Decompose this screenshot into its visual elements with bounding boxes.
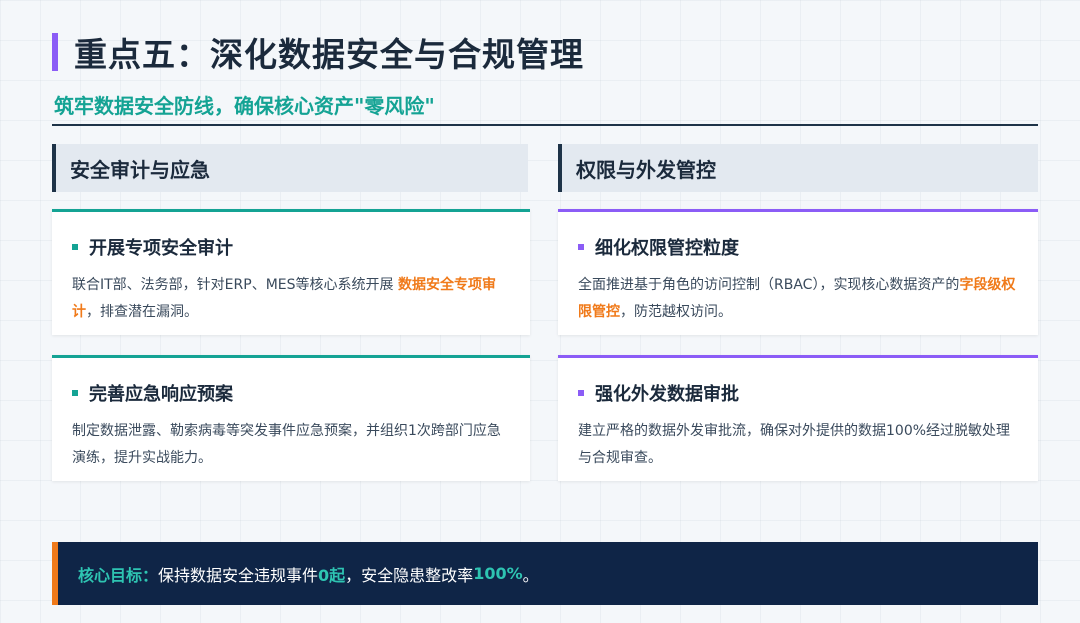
goal-value-rectification: 100% xyxy=(473,564,523,583)
card-outbound-approval: 强化外发数据审批 建立严格的数据外发审批流，确保对外提供的数据100%经过脱敏处… xyxy=(558,355,1038,481)
body-text: ，防范越权访问。 xyxy=(620,304,732,320)
page-title: 重点五：深化数据安全与合规管理 xyxy=(74,35,584,74)
left-column-heading: 安全审计与应急 xyxy=(52,144,528,192)
bullet-square-icon xyxy=(578,390,584,396)
body-text: ，排查潜在漏洞。 xyxy=(86,304,198,320)
card-body: 全面推进基于角色的访问控制（RBAC），实现核心数据资产的字段级权限管控，防范越… xyxy=(578,272,1018,326)
title-accent-bar xyxy=(52,33,58,71)
bullet-square-icon xyxy=(72,390,78,396)
core-goal-banner: 核心目标： 保持数据安全违规事件 0起 ，安全隐患整改率 100%。 xyxy=(52,542,1038,605)
card-security-audit: 开展专项安全审计 联合IT部、法务部，针对ERP、MES等核心系统开展 数据安全… xyxy=(52,209,530,335)
right-column-heading: 权限与外发管控 xyxy=(558,144,1038,192)
card-body: 制定数据泄露、勒索病毒等突发事件应急预案，并组织1次跨部门应急演练，提升实战能力… xyxy=(72,423,501,466)
card-title-text: 细化权限管控粒度 xyxy=(595,238,739,259)
goal-text: 。 xyxy=(522,565,539,585)
title-block: 重点五：深化数据安全与合规管理 xyxy=(52,30,584,74)
bullet-square-icon xyxy=(72,244,78,250)
body-text: 联合IT部、法务部，针对ERP、MES等核心系统开展 xyxy=(72,277,398,293)
header-divider xyxy=(52,124,1038,126)
card-body: 建立严格的数据外发审批流，确保对外提供的数据100%经过脱敏处理与合规审查。 xyxy=(578,423,1011,466)
card-title: 开展专项安全审计 xyxy=(72,234,510,260)
card-title-text: 强化外发数据审批 xyxy=(595,384,739,405)
goal-text: 保持数据安全违规事件 xyxy=(158,565,319,585)
card-title: 完善应急响应预案 xyxy=(72,380,510,406)
card-title: 强化外发数据审批 xyxy=(578,380,1018,406)
bullet-square-icon xyxy=(578,244,584,250)
goal-text: ，安全隐患整改率 xyxy=(345,565,474,585)
card-title-text: 开展专项安全审计 xyxy=(89,238,233,259)
card-title-text: 完善应急响应预案 xyxy=(89,384,233,405)
card-title: 细化权限管控粒度 xyxy=(578,234,1018,260)
page-subtitle: 筑牢数据安全防线，确保核心资产"零风险" xyxy=(54,94,435,118)
goal-label: 核心目标： xyxy=(78,565,159,585)
card-emergency-plan: 完善应急响应预案 制定数据泄露、勒索病毒等突发事件应急预案，并组织1次跨部门应急… xyxy=(52,355,530,481)
body-text: 全面推进基于角色的访问控制（RBAC），实现核心数据资产的 xyxy=(578,277,960,293)
card-body: 联合IT部、法务部，针对ERP、MES等核心系统开展 数据安全专项审计，排查潜在… xyxy=(72,272,510,326)
card-permission-control: 细化权限管控粒度 全面推进基于角色的访问控制（RBAC），实现核心数据资产的字段… xyxy=(558,209,1038,335)
goal-value-incidents: 0起 xyxy=(318,565,346,585)
